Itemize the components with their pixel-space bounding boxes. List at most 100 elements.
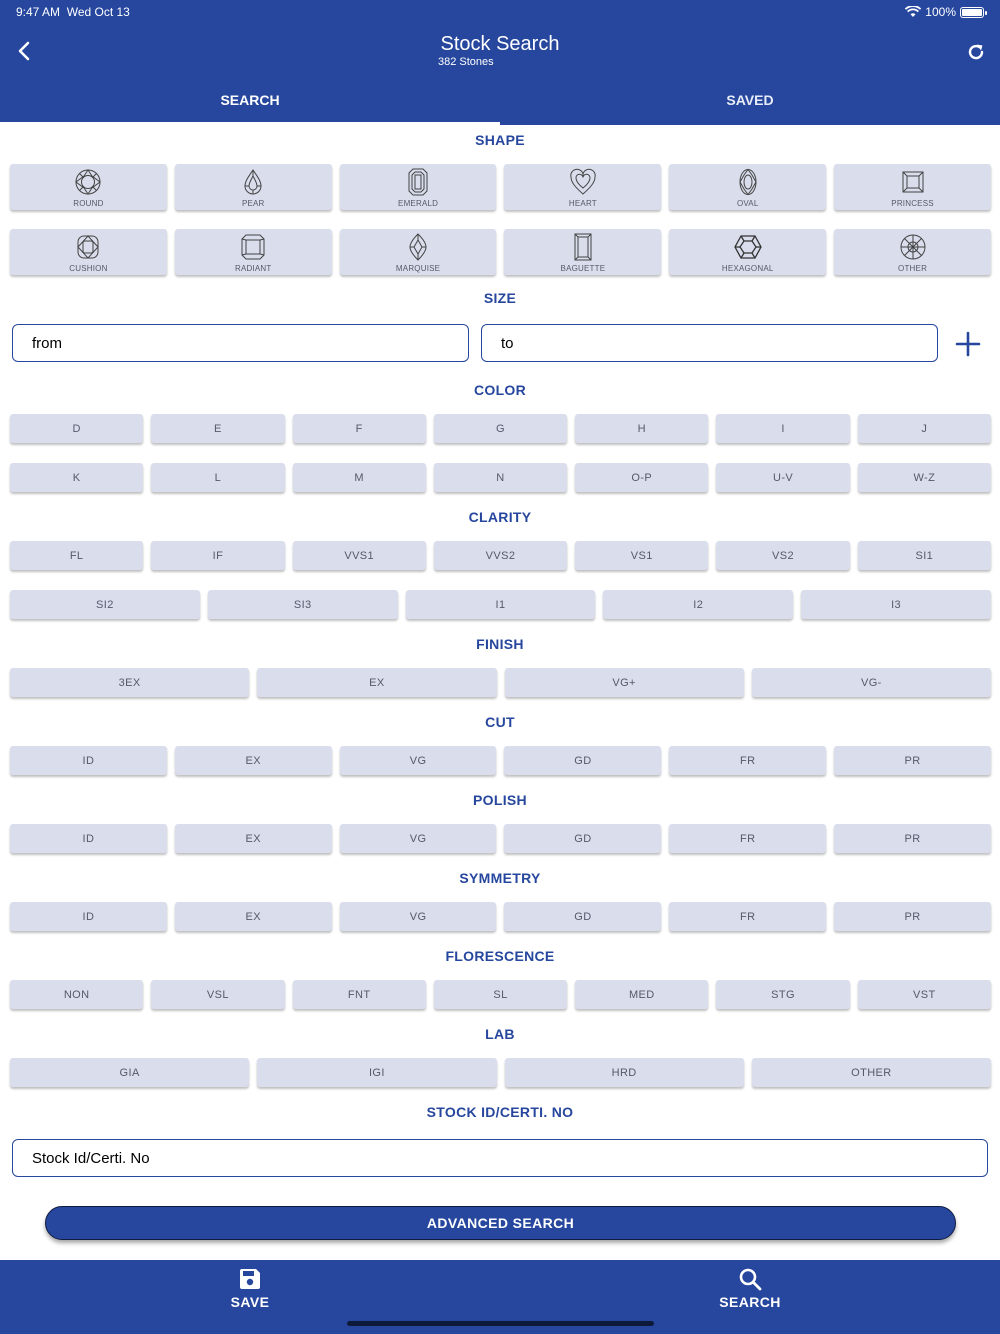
color-option-g[interactable]: G [433,414,568,443]
shape-oval-button[interactable]: OVAL [669,164,827,210]
lab-option-gia[interactable]: GIA [10,1058,250,1087]
section-title-size: SIZE [483,290,517,306]
cut-option-ex[interactable]: EX [174,746,332,775]
color-option-i[interactable]: I [716,414,850,443]
shape-cushion-button[interactable]: CUSHION [10,229,167,275]
home-indicator [347,1321,654,1326]
florescence-row: NON VSL FNT SL MED STG VST [10,980,991,1009]
status-left: 9:47 AM Wed Oct 13 [16,5,130,19]
clarity-option-if[interactable]: IF [151,541,285,570]
color-option-j[interactable]: J [857,414,991,443]
shape-radiant-button[interactable]: RADIANT [174,229,332,275]
cut-option-gd[interactable]: GD [504,746,662,775]
florescence-option-vsl[interactable]: VSL [151,980,285,1009]
clarity-option-vs2[interactable]: VS2 [716,541,850,570]
tab-bar: SEARCH SAVED [0,80,1000,125]
color-option-m[interactable]: M [292,463,426,492]
florescence-option-med[interactable]: MED [575,980,709,1009]
cut-option-pr[interactable]: PR [834,746,991,775]
finish-option-ex[interactable]: EX [257,668,497,697]
add-size-button[interactable] [954,330,982,358]
cut-option-id[interactable]: ID [10,746,167,775]
polish-option-id[interactable]: ID [10,824,167,853]
symmetry-option-ex[interactable]: EX [174,902,332,931]
shape-row-2: CUSHION RADIANT MARQUISE BAGUETTE HEXAGO… [10,229,991,275]
lab-option-hrd[interactable]: HRD [504,1058,744,1087]
color-option-e[interactable]: E [151,414,285,443]
polish-option-fr[interactable]: FR [669,824,827,853]
color-option-l[interactable]: L [151,463,285,492]
florescence-option-sl[interactable]: SL [433,980,568,1009]
finish-option-3ex[interactable]: 3EX [10,668,250,697]
stock-id-input[interactable]: Stock Id/Certi. No [12,1139,988,1177]
symmetry-option-fr[interactable]: FR [669,902,827,931]
lab-option-igi[interactable]: IGI [257,1058,497,1087]
battery-percent: 100% [925,5,956,19]
color-option-h[interactable]: H [575,414,709,443]
clarity-option-fl[interactable]: FL [10,541,144,570]
tab-search[interactable]: SEARCH [0,80,500,125]
clarity-option-vvs2[interactable]: VVS2 [433,541,568,570]
symmetry-option-pr[interactable]: PR [834,902,991,931]
shape-label: OVAL [736,199,759,208]
shape-baguette-button[interactable]: BAGUETTE [504,229,662,275]
finish-option-vg-plus[interactable]: VG+ [504,668,744,697]
shape-marquise-button[interactable]: MARQUISE [339,229,497,275]
clarity-option-i1[interactable]: I1 [405,590,596,619]
tab-saved[interactable]: SAVED [500,80,1000,125]
polish-row: ID EX VG GD FR PR [10,824,991,853]
finish-option-vg-minus[interactable]: VG- [751,668,991,697]
clarity-option-si2[interactable]: SI2 [10,590,200,619]
clarity-option-vs1[interactable]: VS1 [575,541,709,570]
round-diamond-icon [75,169,102,195]
cut-option-vg[interactable]: VG [339,746,497,775]
symmetry-option-gd[interactable]: GD [504,902,662,931]
symmetry-option-id[interactable]: ID [10,902,167,931]
status-time: 9:47 AM [16,5,61,19]
color-option-k[interactable]: K [10,463,144,492]
shape-other-button[interactable]: OTHER [834,229,991,275]
polish-option-ex[interactable]: EX [174,824,332,853]
search-icon [739,1268,762,1291]
shape-row-1: ROUND PEAR EMERALD HEART OVAL PRINCESS [10,164,991,210]
florescence-option-non[interactable]: NON [10,980,144,1009]
color-option-f[interactable]: F [292,414,426,443]
color-option-o-p[interactable]: O-P [575,463,709,492]
shape-label: BAGUETTE [560,264,606,273]
polish-option-pr[interactable]: PR [834,824,991,853]
polish-option-gd[interactable]: GD [504,824,662,853]
clarity-option-i3[interactable]: I3 [801,590,991,619]
status-date: Wed Oct 13 [66,5,130,19]
clarity-option-si3[interactable]: SI3 [207,590,398,619]
size-from-input[interactable]: from [12,324,469,362]
section-title-stock-id: STOCK ID/CERTI. NO [426,1104,574,1120]
shape-round-button[interactable]: ROUND [10,164,167,210]
color-option-n[interactable]: N [433,463,568,492]
clarity-option-vvs1[interactable]: VVS1 [292,541,426,570]
florescence-option-stg[interactable]: STG [716,980,850,1009]
size-to-input[interactable]: to [481,324,938,362]
shape-label: ROUND [73,199,104,208]
clarity-option-i2[interactable]: I2 [603,590,794,619]
clarity-option-si1[interactable]: SI1 [857,541,991,570]
cut-option-fr[interactable]: FR [669,746,827,775]
page-title: Stock Search [440,33,560,55]
color-option-d[interactable]: D [10,414,144,443]
polish-option-vg[interactable]: VG [339,824,497,853]
florescence-option-vst[interactable]: VST [857,980,991,1009]
shape-heart-button[interactable]: HEART [504,164,662,210]
shape-hexagonal-button[interactable]: HEXAGONAL [669,229,827,275]
shape-pear-button[interactable]: PEAR [174,164,332,210]
color-option-w-z[interactable]: W-Z [857,463,991,492]
shape-label: RADIANT [234,264,272,273]
shape-emerald-button[interactable]: EMERALD [339,164,497,210]
advanced-search-button[interactable]: ADVANCED SEARCH [45,1206,956,1240]
symmetry-option-vg[interactable]: VG [339,902,497,931]
lab-option-other[interactable]: OTHER [751,1058,991,1087]
shape-princess-button[interactable]: PRINCESS [834,164,991,210]
florescence-option-fnt[interactable]: FNT [292,980,426,1009]
color-option-u-v[interactable]: U-V [716,463,850,492]
refresh-button[interactable] [962,38,990,66]
plus-icon [955,331,981,357]
section-title-finish: FINISH [476,636,524,652]
